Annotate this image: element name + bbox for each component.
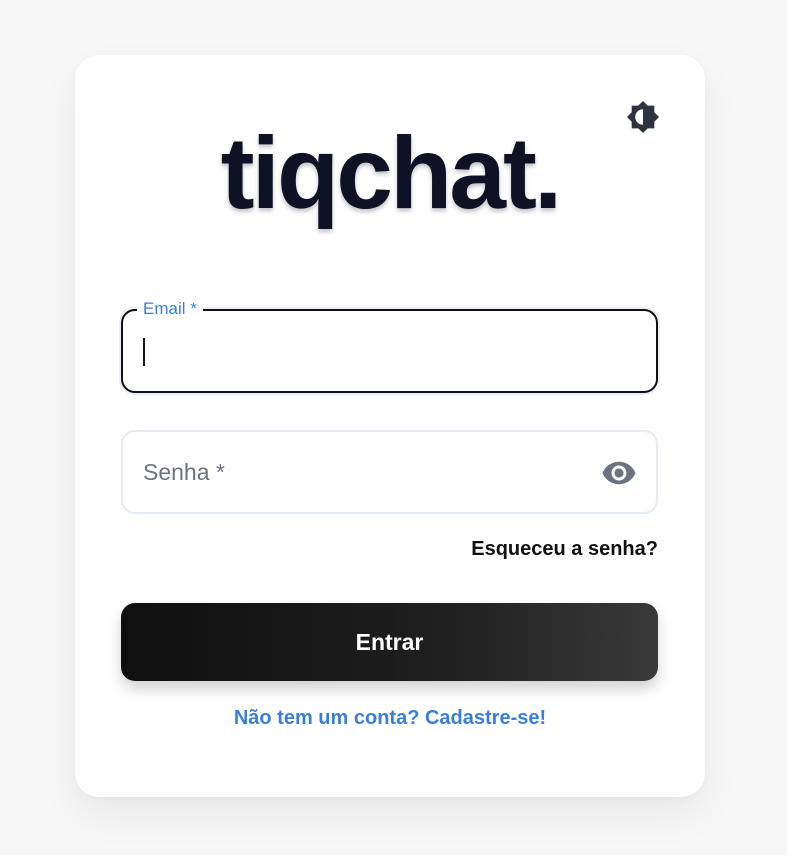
email-input[interactable] [145,311,569,393]
login-card: tiqchat. Email * Senha * Esqueceu a senh… [75,55,705,797]
password-label: Senha * [143,459,225,485]
toggle-password-visibility-button[interactable] [600,454,638,492]
email-field[interactable]: Email * [121,299,658,393]
password-field[interactable]: Senha * [121,430,658,514]
forgot-password-link[interactable]: Esqueceu a senha? [471,538,658,561]
app-logo: tiqchat. [220,116,563,230]
eye-icon [602,461,636,485]
login-button[interactable]: Entrar [121,603,658,681]
signup-link[interactable]: Não tem um conta? Cadastre-se! [75,707,705,730]
